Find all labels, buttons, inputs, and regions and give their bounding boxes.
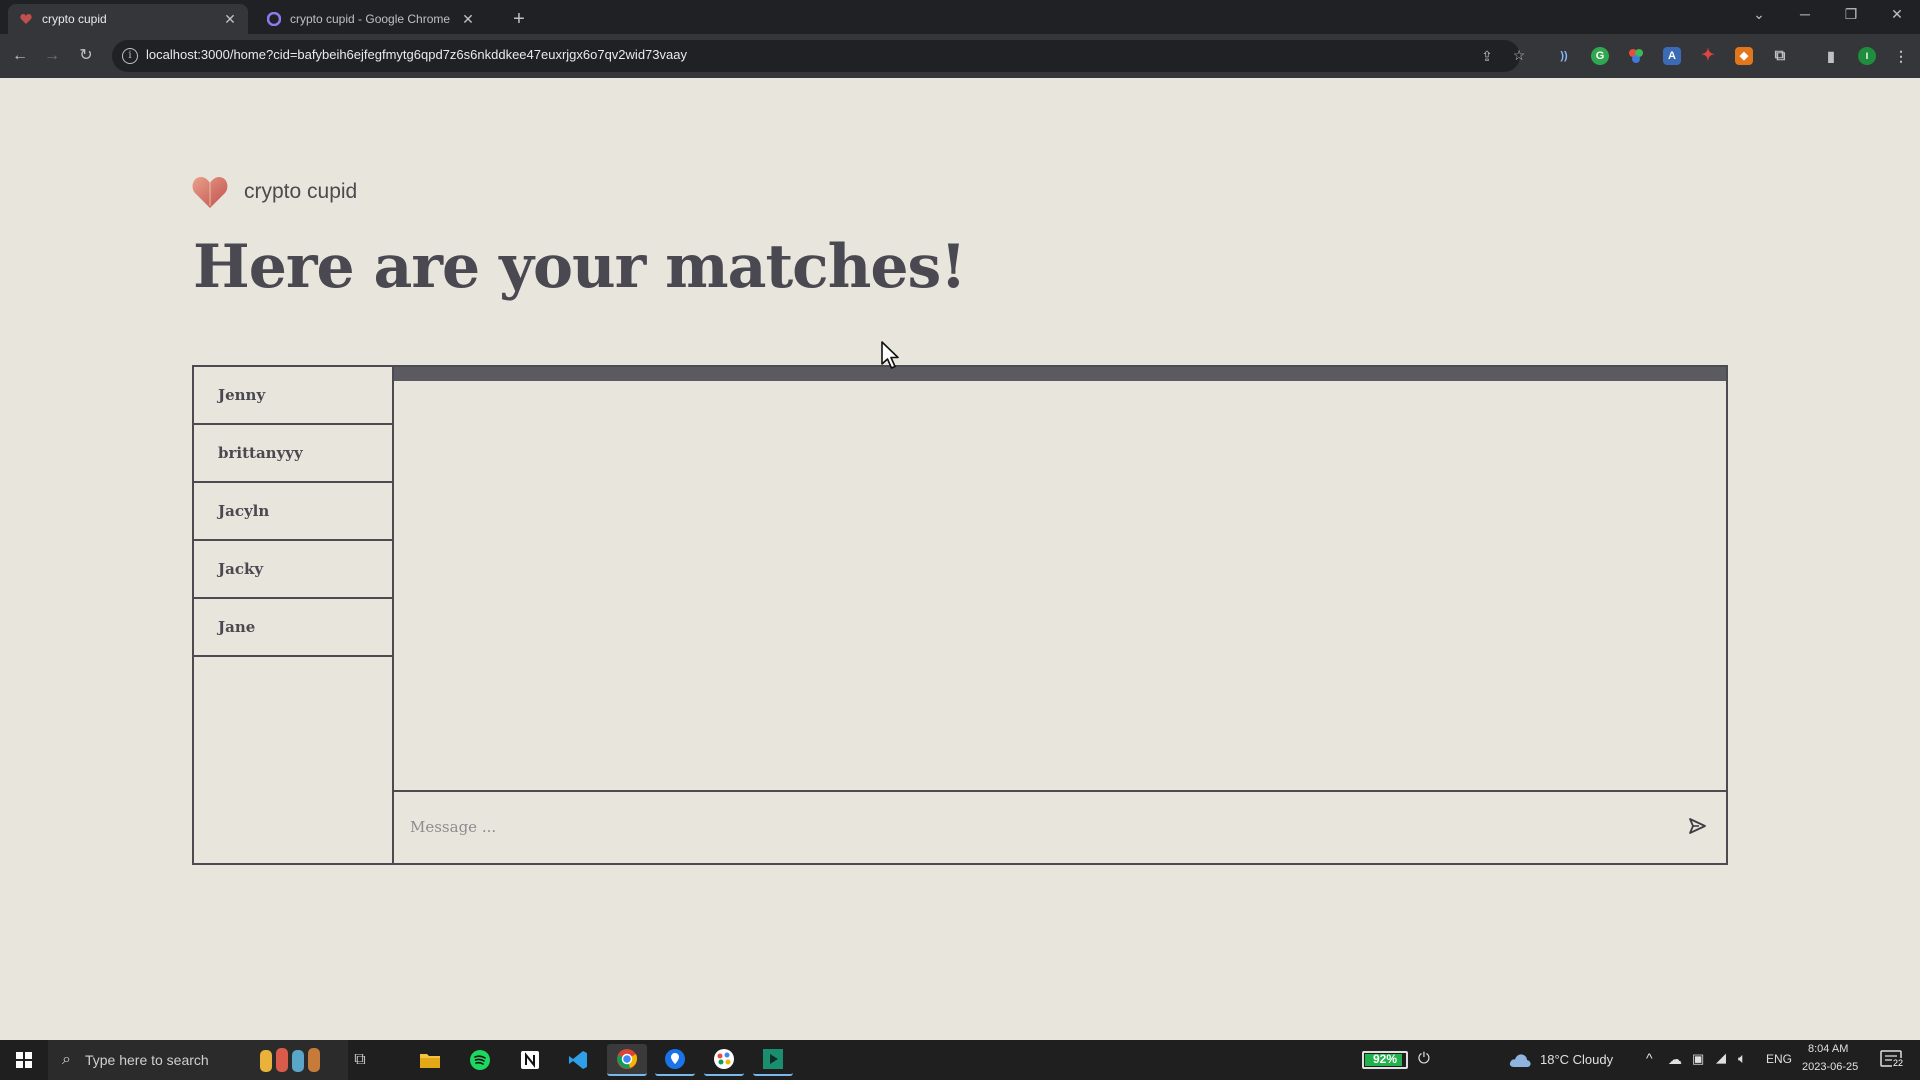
tab-crypto-cupid[interactable]: crypto cupid ✕ — [8, 4, 248, 34]
restore-icon[interactable]: ❐ — [1828, 0, 1874, 30]
brand-name: crypto cupid — [244, 180, 358, 203]
cloud-weather-icon — [1508, 1052, 1532, 1073]
battery-percent: 92% — [1372, 1052, 1398, 1066]
message-area — [394, 381, 1726, 792]
chat-container: Jenny brittanyyy Jacyln Jacky Jane — [192, 365, 1728, 865]
chrome-favicon-icon — [266, 11, 282, 27]
browser-toolbar: ← → ↻ i localhost:3000/home?cid=bafybeih… — [0, 34, 1920, 78]
forward-icon[interactable]: → — [38, 42, 66, 70]
close-tab-icon[interactable]: ✕ — [222, 11, 238, 28]
search-icon: ⌕ — [62, 1051, 71, 1068]
tab-search-icon[interactable]: ⌄ — [1736, 0, 1782, 30]
windows-taskbar: ⌕ Type here to search ⧉ 92% ⏻ 18°C Cloud… — [0, 1040, 1920, 1080]
onedrive-cloud-icon[interactable]: ☁ — [1668, 1051, 1682, 1068]
send-icon[interactable] — [1686, 815, 1708, 837]
spotify-icon[interactable] — [460, 1044, 500, 1076]
new-tab-button[interactable]: + — [505, 6, 533, 34]
menu-kebab-icon[interactable]: ⋮ — [1892, 47, 1910, 65]
heart-favicon-icon — [18, 11, 34, 27]
weather-text[interactable]: 18°C Cloudy — [1540, 1052, 1613, 1067]
site-info-icon[interactable]: i — [122, 48, 138, 64]
share-icon[interactable]: ⇪ — [1478, 47, 1496, 65]
heart-logo-icon — [192, 177, 228, 208]
read-aloud-extension-icon[interactable]: )) — [1555, 47, 1573, 65]
media-player-icon[interactable] — [753, 1044, 793, 1076]
task-view-icon[interactable]: ⧉ — [340, 1044, 380, 1076]
translate-extension-icon[interactable]: A — [1663, 47, 1681, 65]
match-item-jenny[interactable]: Jenny — [194, 367, 392, 425]
windows-start-icon[interactable] — [0, 1040, 48, 1080]
tab-title: crypto cupid - Google Chrome — [290, 12, 451, 26]
chevron-up-icon[interactable]: ^ — [1646, 1050, 1653, 1066]
close-tab-icon[interactable]: ✕ — [460, 11, 476, 28]
reload-icon[interactable]: ↻ — [72, 42, 100, 70]
notion-icon[interactable] — [510, 1044, 550, 1076]
match-item-jacyln[interactable]: Jacyln — [194, 483, 392, 541]
color-picker-extension-icon[interactable] — [1627, 47, 1645, 65]
message-composer — [394, 792, 1726, 861]
address-url[interactable]: localhost:3000/home?cid=bafybeih6ejfegfm… — [146, 47, 687, 62]
wifi-icon[interactable]: ◢ — [1716, 1050, 1726, 1066]
language-indicator[interactable]: ENG — [1766, 1052, 1792, 1066]
adblock-extension-icon[interactable]: ✦ — [1699, 47, 1717, 65]
match-list: Jenny brittanyyy Jacyln Jacky Jane — [194, 367, 394, 863]
charging-plug-icon: ⏻ — [1418, 1050, 1430, 1067]
file-explorer-icon[interactable] — [410, 1044, 450, 1076]
match-item-jane[interactable]: Jane — [194, 599, 392, 657]
match-item-brittanyyy[interactable]: brittanyyy — [194, 425, 392, 483]
battery-indicator[interactable]: 92% — [1362, 1051, 1408, 1069]
notification-center-icon[interactable]: 22 — [1880, 1049, 1906, 1071]
search-highlight-illustration-icon — [258, 1046, 334, 1074]
bookmark-star-icon[interactable]: ☆ — [1510, 46, 1528, 64]
display-icon[interactable]: ▣ — [1692, 1051, 1704, 1067]
side-panel-icon[interactable]: ▮ — [1822, 47, 1840, 65]
tab-title: crypto cupid — [42, 12, 107, 26]
clock-date[interactable]: 2023-06-25 — [1802, 1061, 1858, 1073]
clock-time[interactable]: 8:04 AM — [1808, 1043, 1848, 1055]
browser-tab-strip: crypto cupid ✕ crypto cupid - Google Chr… — [0, 0, 1920, 34]
vscode-icon[interactable] — [558, 1044, 598, 1076]
conversation-header-bar — [394, 367, 1726, 381]
figma-palette-icon[interactable] — [704, 1044, 744, 1076]
volume-icon[interactable]: 🔈︎ — [1738, 1050, 1746, 1067]
metamask-extension-icon[interactable]: ◆ — [1735, 47, 1753, 65]
tab-crypto-cupid-chrome[interactable]: crypto cupid - Google Chrome ✕ — [256, 4, 486, 34]
taskbar-search-placeholder: Type here to search — [84, 1052, 209, 1068]
profile-avatar-icon[interactable]: I — [1858, 47, 1876, 65]
conversation-panel — [394, 367, 1726, 863]
grammarly-extension-icon[interactable]: G — [1591, 47, 1609, 65]
mouse-pointer-icon — [881, 341, 899, 369]
message-input[interactable] — [394, 792, 1664, 861]
brand-header: crypto cupid — [190, 172, 357, 212]
close-window-icon[interactable]: ✕ — [1874, 0, 1920, 30]
page-title: Here are your matches! — [193, 232, 967, 302]
back-icon[interactable]: ← — [6, 42, 34, 70]
chrome-taskbar-icon[interactable] — [607, 1044, 647, 1076]
match-item-jacky[interactable]: Jacky — [194, 541, 392, 599]
notification-count: 22 — [1892, 1058, 1905, 1068]
maps-pin-icon[interactable] — [655, 1044, 695, 1076]
address-bar[interactable]: i localhost:3000/home?cid=bafybeih6ejfeg… — [112, 40, 1525, 72]
minimize-icon[interactable]: ─ — [1782, 0, 1828, 30]
extensions-puzzle-icon[interactable]: ⧉ — [1771, 47, 1789, 65]
